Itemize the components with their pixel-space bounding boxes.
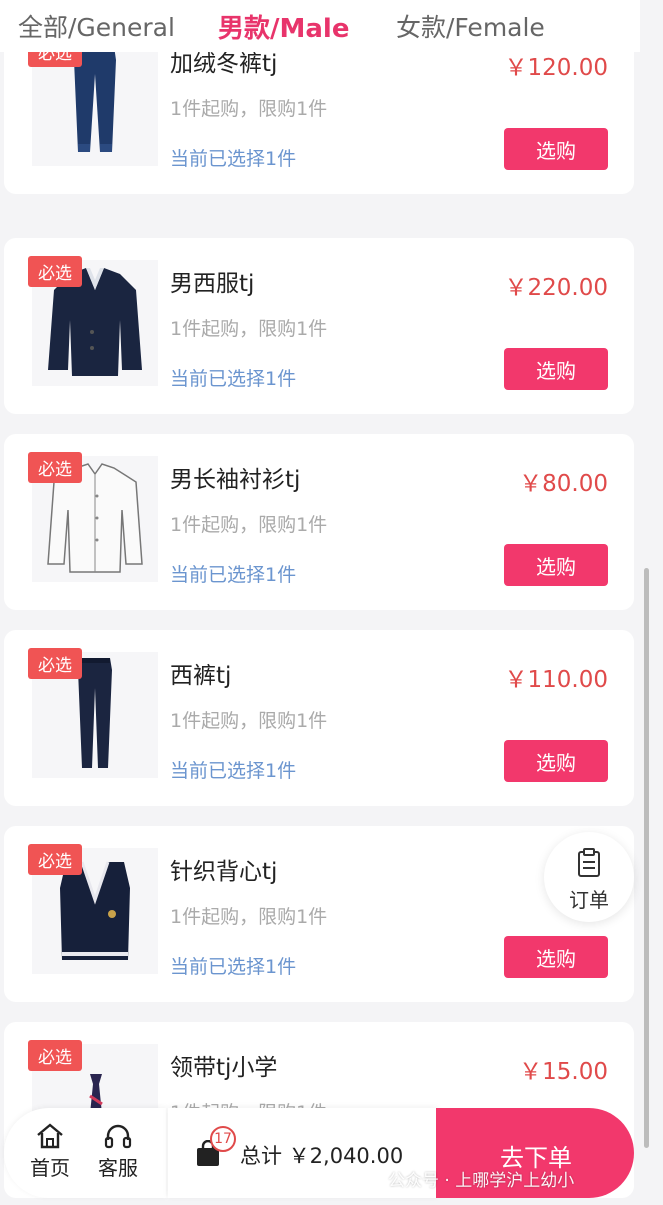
cart-count-badge: 17 bbox=[210, 1126, 236, 1152]
required-badge: 必选 bbox=[28, 648, 82, 679]
buy-button[interactable]: 选购 bbox=[504, 128, 608, 170]
product-card[interactable]: 必选 男西服tj 1件起购，限购1件 当前已选择1件 ￥220.00 选购 bbox=[4, 238, 634, 414]
clipboard-icon bbox=[578, 848, 600, 877]
bottom-nav: 首页 客服 bbox=[4, 1108, 166, 1198]
product-price: ￥220.00 bbox=[504, 275, 608, 301]
order-float-button[interactable]: 订单 bbox=[544, 832, 634, 922]
product-name: 领带tj小学 bbox=[170, 1055, 278, 1081]
product-price: ￥120.00 bbox=[504, 55, 608, 81]
headset-icon bbox=[104, 1124, 132, 1149]
required-badge: 必选 bbox=[28, 844, 82, 875]
product-name: 针织背心tj bbox=[170, 859, 278, 885]
product-card[interactable]: 必选 针织背心tj 1件起购，限购1件 当前已选择1件 ￥ 选购 bbox=[4, 826, 634, 1002]
product-card[interactable]: 必选 男长袖衬衫tj 1件起购，限购1件 当前已选择1件 ￥80.00 选购 bbox=[4, 434, 634, 610]
tab-general[interactable]: 全部/General bbox=[18, 8, 175, 44]
product-name: 西裤tj bbox=[170, 663, 232, 689]
buy-button[interactable]: 选购 bbox=[504, 544, 608, 586]
product-name: 男西服tj bbox=[170, 271, 255, 297]
selected-count: 当前已选择1件 bbox=[170, 368, 297, 390]
required-badge: 必选 bbox=[28, 256, 82, 287]
product-price: ￥110.00 bbox=[504, 667, 608, 693]
product-price: ￥15.00 bbox=[519, 1059, 608, 1085]
tab-female[interactable]: 女款/Female bbox=[396, 8, 545, 44]
tab-male[interactable]: 男款/Male bbox=[218, 8, 349, 45]
nav-service[interactable]: 客服 bbox=[88, 1122, 148, 1181]
required-badge: 必选 bbox=[28, 452, 82, 483]
selected-count: 当前已选择1件 bbox=[170, 956, 297, 978]
scrollbar[interactable] bbox=[644, 568, 649, 1148]
product-price: ￥80.00 bbox=[519, 471, 608, 497]
product-list[interactable]: 必选 加绒冬裤tj 1件起购，限购1件 当前已选择1件 ￥120.00 选购 必… bbox=[0, 0, 640, 1205]
selected-count: 当前已选择1件 bbox=[170, 148, 297, 170]
purchase-limit: 1件起购，限购1件 bbox=[170, 906, 328, 928]
purchase-limit: 1件起购，限购1件 bbox=[170, 710, 328, 732]
product-card[interactable]: 必选 西裤tj 1件起购，限购1件 当前已选择1件 ￥110.00 选购 bbox=[4, 630, 634, 806]
buy-button[interactable]: 选购 bbox=[504, 936, 608, 978]
nav-home[interactable]: 首页 bbox=[20, 1122, 80, 1181]
home-icon bbox=[37, 1123, 63, 1149]
nav-home-label: 首页 bbox=[30, 1156, 70, 1180]
buy-button[interactable]: 选购 bbox=[504, 740, 608, 782]
purchase-limit: 1件起购，限购1件 bbox=[170, 318, 328, 340]
selected-count: 当前已选择1件 bbox=[170, 760, 297, 782]
selected-count: 当前已选择1件 bbox=[170, 564, 297, 586]
purchase-limit: 1件起购，限购1件 bbox=[170, 98, 328, 120]
nav-service-label: 客服 bbox=[98, 1156, 138, 1180]
watermark: 公众号 · 上哪学沪上幼小 bbox=[388, 1171, 575, 1191]
purchase-limit: 1件起购，限购1件 bbox=[170, 514, 328, 536]
category-tabs: 全部/General 男款/Male 女款/Female bbox=[0, 0, 640, 52]
product-name: 男长袖衬衫tj bbox=[170, 467, 301, 493]
buy-button[interactable]: 选购 bbox=[504, 348, 608, 390]
required-badge: 必选 bbox=[28, 1040, 82, 1071]
order-label: 订单 bbox=[569, 888, 609, 912]
total-amount: 总计 ￥2,040.00 bbox=[240, 1144, 404, 1168]
